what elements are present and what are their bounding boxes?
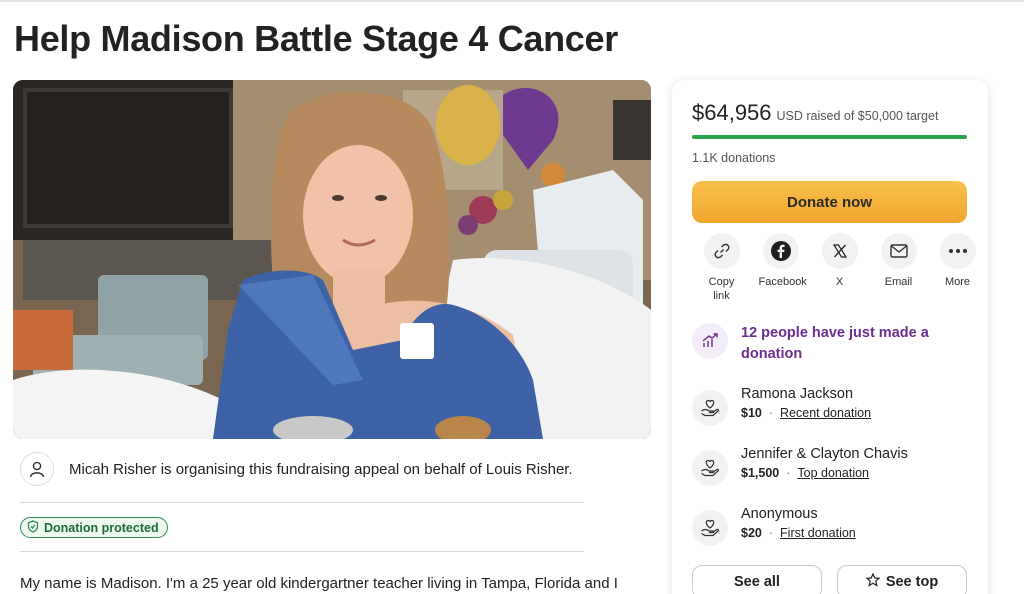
share-copy-link[interactable]: Copy link: [692, 233, 751, 303]
see-top-button[interactable]: See top: [837, 565, 967, 594]
story-text: My name is Madison. I'm a 25 year old ki…: [20, 575, 618, 592]
see-all-label: See all: [734, 574, 780, 590]
donation-count: 1.1K donations: [692, 151, 776, 165]
heart-hand-icon: [692, 450, 728, 486]
top-divider: [0, 0, 1024, 2]
donor-amount: $10: [741, 406, 762, 420]
share-more[interactable]: More: [928, 233, 987, 303]
share-options: Copy link Facebook X Email More: [692, 233, 987, 303]
progress-bar: [692, 135, 967, 139]
donor-tag-link[interactable]: Top donation: [797, 466, 869, 480]
share-label: Copy link: [708, 276, 735, 302]
badge-label: Donation protected: [44, 520, 159, 535]
heart-hand-icon: [692, 510, 728, 546]
raised-amount: $64,956: [692, 100, 772, 125]
raised-summary: $64,956 USD raised of $50,000 target: [692, 100, 938, 126]
donor-item: Anonymous $20 · First donation: [692, 505, 856, 546]
more-icon: [939, 233, 976, 269]
facebook-icon: [762, 233, 799, 269]
donor-name: Anonymous: [741, 506, 818, 522]
share-label: More: [944, 276, 971, 288]
organiser-text: Micah Risher is organising this fundrais…: [69, 460, 573, 478]
donor-item: Ramona Jackson $10 · Recent donation: [692, 385, 871, 426]
share-label: Email: [884, 276, 913, 288]
share-label: X: [835, 276, 844, 288]
donor-item: Jennifer & Clayton Chavis $1,500 · Top d…: [692, 445, 908, 486]
heart-hand-icon: [692, 390, 728, 426]
share-facebook[interactable]: Facebook: [751, 233, 810, 303]
shield-icon: [27, 519, 39, 536]
donor-tag-link[interactable]: First donation: [780, 526, 856, 540]
x-icon: [821, 233, 858, 269]
email-icon: [880, 233, 917, 269]
divider: [20, 502, 584, 503]
donor-name: Ramona Jackson: [741, 386, 854, 402]
recent-activity: 12 people have just made a donation: [692, 323, 941, 365]
star-icon: [865, 572, 881, 591]
link-icon: [703, 233, 740, 269]
page-title: Help Madison Battle Stage 4 Cancer: [14, 18, 618, 59]
donation-protected-badge[interactable]: Donation protected: [20, 517, 168, 538]
separator-dot: ·: [786, 466, 791, 480]
progress-fill: [692, 135, 967, 139]
see-all-button[interactable]: See all: [692, 565, 822, 594]
campaign-photo-illustration: [13, 80, 651, 439]
donation-card: $64,956 USD raised of $50,000 target 1.1…: [672, 80, 988, 594]
trending-up-icon: [692, 323, 728, 359]
divider: [20, 551, 584, 552]
donor-tag-link[interactable]: Recent donation: [780, 406, 871, 420]
donor-name: Jennifer & Clayton Chavis: [741, 446, 908, 462]
raised-target-text: USD raised of $50,000 target: [776, 109, 939, 123]
share-x[interactable]: X: [810, 233, 869, 303]
activity-text: 12 people have just made a donation: [741, 325, 929, 362]
share-label: Facebook: [758, 276, 807, 288]
donor-amount: $20: [741, 526, 762, 540]
donor-amount: $1,500: [741, 466, 780, 480]
separator-dot: ·: [768, 526, 774, 540]
campaign-photo: [13, 80, 651, 439]
see-top-label: See top: [885, 574, 939, 590]
donate-now-button[interactable]: Donate now: [692, 181, 967, 223]
person-icon: [20, 452, 54, 486]
separator-dot: ·: [768, 406, 774, 420]
organiser-row: Micah Risher is organising this fundrais…: [20, 452, 573, 486]
share-email[interactable]: Email: [869, 233, 928, 303]
